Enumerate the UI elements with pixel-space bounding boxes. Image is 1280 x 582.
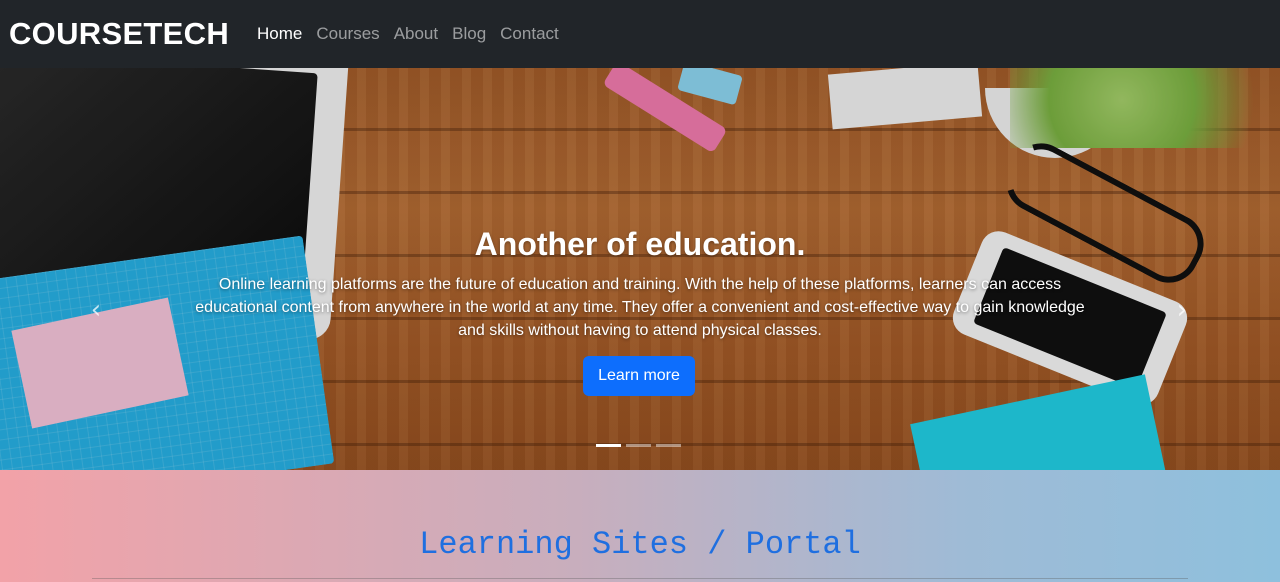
nav-link-blog[interactable]: Blog <box>445 24 493 44</box>
nav-link-contact[interactable]: Contact <box>493 24 566 44</box>
hero-carousel-image <box>0 68 1280 470</box>
navbar: COURSETECH Home Courses About Blog Conta… <box>0 0 1280 68</box>
learning-sites-section: Learning Sites / Portal <box>0 470 1280 582</box>
learn-more-button[interactable]: Learn more <box>583 356 695 396</box>
section-divider <box>92 578 1188 579</box>
section-heading: Learning Sites / Portal <box>419 526 861 563</box>
nav-link-courses[interactable]: Courses <box>309 24 386 44</box>
nav-link-about[interactable]: About <box>387 24 445 44</box>
nav-links: Home Courses About Blog Contact <box>250 24 566 44</box>
nav-link-home[interactable]: Home <box>250 24 309 44</box>
brand-logo[interactable]: COURSETECH <box>9 16 229 52</box>
